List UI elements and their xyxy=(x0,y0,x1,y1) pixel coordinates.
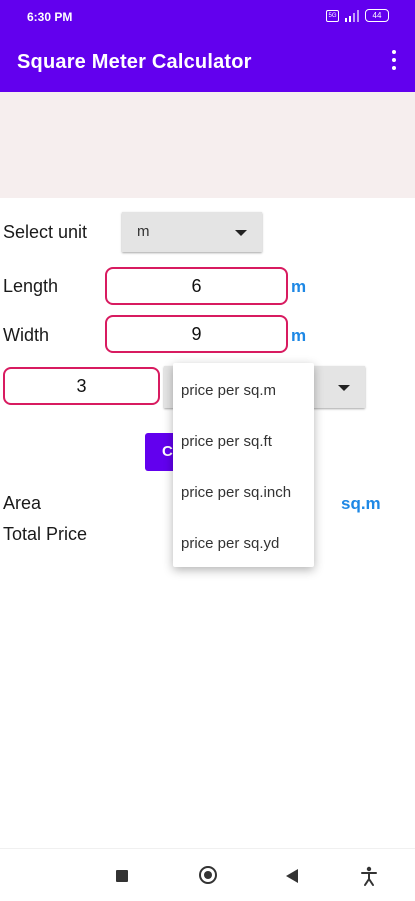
width-input[interactable]: 9 xyxy=(105,315,288,353)
price-type-dropdown: price per sq.m price per sq.ft price per… xyxy=(173,363,314,567)
width-unit: m xyxy=(291,326,307,345)
dropdown-option[interactable]: price per sq.m xyxy=(181,382,276,399)
status-bar: 6:30 PM 5G 44 xyxy=(0,0,415,32)
unit-select[interactable]: m xyxy=(122,212,262,252)
price-input[interactable]: 3 xyxy=(3,367,160,405)
dropdown-arrow-icon xyxy=(235,230,247,236)
battery-icon: 44 xyxy=(365,9,389,22)
select-unit-label: Select unit xyxy=(3,222,88,242)
dropdown-option[interactable]: price per sq.inch xyxy=(181,484,291,501)
back-icon[interactable] xyxy=(286,869,298,883)
recents-icon[interactable] xyxy=(116,870,128,882)
home-icon[interactable] xyxy=(199,866,217,884)
total-price-label: Total Price xyxy=(3,524,88,544)
overflow-menu-icon[interactable] xyxy=(386,50,402,74)
length-unit: m xyxy=(291,277,307,296)
app-bar: Square Meter Calculator xyxy=(0,32,415,92)
dropdown-option[interactable]: price per sq.ft xyxy=(181,433,272,450)
length-label: Length xyxy=(3,276,59,296)
length-input[interactable]: 6 xyxy=(105,267,288,305)
width-label: Width xyxy=(3,325,50,345)
status-time: 6:30 PM xyxy=(27,10,73,24)
dropdown-option[interactable]: price per sq.yd xyxy=(181,535,279,552)
signal-icon xyxy=(345,9,359,22)
sim-icon: 5G xyxy=(326,9,339,22)
unit-select-value: m xyxy=(137,223,150,240)
app-title: Square Meter Calculator xyxy=(17,51,252,73)
accessibility-icon[interactable] xyxy=(358,865,380,887)
dropdown-arrow-icon xyxy=(338,385,350,391)
area-label: Area xyxy=(3,493,42,513)
navigation-bar xyxy=(0,848,415,901)
status-icons: 5G 44 xyxy=(326,9,389,22)
ad-banner[interactable] xyxy=(0,92,415,198)
area-unit: sq.m xyxy=(341,494,381,513)
